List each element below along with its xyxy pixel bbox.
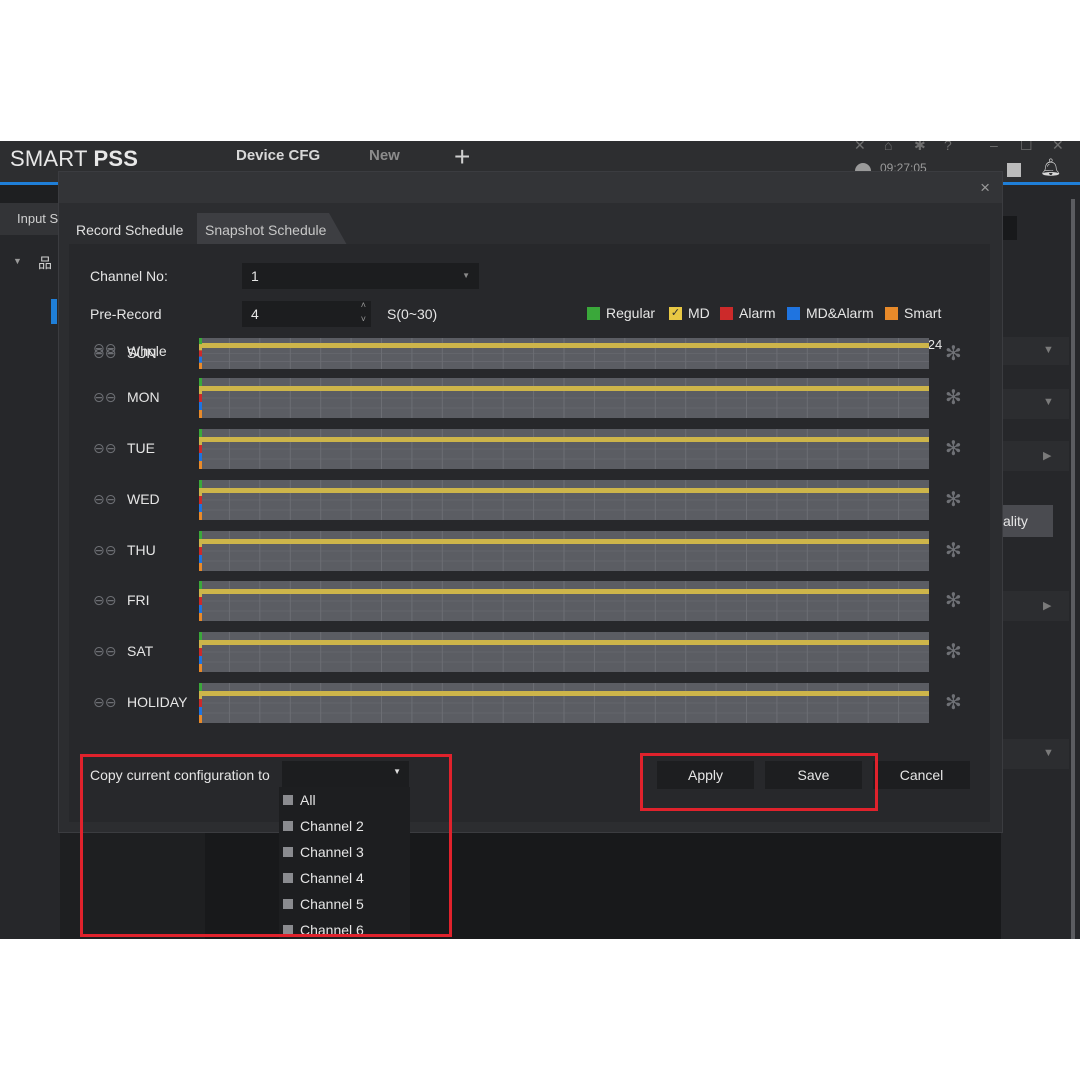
tab-new[interactable]: New (369, 147, 400, 164)
selected-indicator (51, 299, 57, 324)
lock-icon[interactable]: ⌂ (884, 141, 892, 153)
gear-icon[interactable]: ✻ (945, 538, 962, 563)
tab-snapshot-schedule-label: Snapshot Schedule (205, 222, 327, 238)
chevron-down-icon: ▼ (1043, 396, 1054, 408)
link-icon[interactable]: ⊖⊖ (93, 592, 116, 609)
left-tab[interactable]: Input S (0, 203, 60, 235)
link-icon[interactable]: ⊖⊖ (93, 542, 116, 559)
gear-icon[interactable]: ✻ (945, 385, 962, 410)
link-icon[interactable]: ⊖⊖ (93, 643, 116, 660)
bell-icon[interactable]: 🔔︎ (1040, 158, 1062, 178)
schedule-bar-wed[interactable] (199, 480, 929, 520)
gear-icon[interactable]: ✻ (945, 436, 962, 461)
link-icon[interactable]: ⊖⊖ (93, 345, 116, 362)
window-close-icon[interactable]: ✕ (1052, 141, 1064, 154)
tab-record-schedule-label: Record Schedule (76, 222, 184, 238)
gear-icon[interactable]: ✻ (945, 341, 962, 366)
app-logo: SMART PSS (10, 146, 139, 171)
tab-device-cfg[interactable]: Device CFG (236, 147, 320, 164)
tab-snapshot-schedule[interactable]: Snapshot Schedule (197, 213, 347, 245)
schedule-bar-tue[interactable] (199, 429, 929, 469)
chevron-right-icon: ▶ (1043, 450, 1052, 462)
schedule-panel: Channel No: 1 ▼ Pre-Record 4 ˄ ˅ S(0~30) … (69, 244, 990, 822)
app-window: SMART PSS Device CFG New + ✕ ⌂ ✱ ? – ☐ ✕… (0, 141, 1080, 939)
quality-button-label: ality (1003, 513, 1028, 529)
schedule-bar-mon[interactable] (199, 378, 929, 418)
link-icon[interactable]: ⊖⊖ (93, 440, 116, 457)
gear-icon[interactable]: ✻ (945, 588, 962, 613)
chip-icon[interactable] (1007, 163, 1021, 177)
day-label-tue[interactable]: TUE (127, 440, 155, 456)
gear-icon[interactable]: ✻ (945, 639, 962, 664)
help-icon[interactable]: ? (944, 141, 952, 153)
left-tab-label: Input S (17, 211, 59, 226)
schedule-bar-thu[interactable] (199, 531, 929, 571)
day-label-wed[interactable]: WED (127, 491, 160, 507)
close-icon[interactable]: × (980, 178, 990, 198)
record-schedule-dialog: × Record Schedule Snapshot Schedule Chan… (58, 171, 1003, 833)
chevron-down-icon: ▼ (1043, 747, 1054, 759)
chevron-right-icon: ▶ (1043, 600, 1052, 612)
schedule-bar-sun[interactable] (199, 338, 929, 369)
device-tree-icon[interactable]: 品 (38, 253, 52, 273)
settings-icon[interactable]: ✱ (914, 141, 926, 154)
day-label-sun[interactable]: SUN (127, 345, 157, 361)
link-icon[interactable]: ⊖⊖ (93, 491, 116, 508)
cancel-button[interactable]: Cancel (873, 761, 970, 789)
schedule-bar-holiday[interactable] (199, 683, 929, 723)
right-input[interactable] (1001, 216, 1017, 240)
dialog-header: × (59, 172, 1002, 203)
right-row-1[interactable]: ▼ (1001, 337, 1069, 365)
schedule-bar-sat[interactable] (199, 632, 929, 672)
close-icon[interactable]: ✕ (854, 141, 866, 154)
highlight-apply-save (640, 753, 878, 811)
right-row-2[interactable]: ▼ (1001, 389, 1069, 419)
highlight-copy-config (80, 754, 452, 937)
link-icon[interactable]: ⊖⊖ (93, 389, 116, 406)
right-row-3[interactable]: ▶ (1001, 441, 1069, 471)
gear-icon[interactable]: ✻ (945, 690, 962, 715)
day-label-fri[interactable]: FRI (127, 592, 150, 608)
scrollbar[interactable] (1071, 199, 1075, 939)
minimize-icon[interactable]: – (990, 141, 998, 153)
expand-icon[interactable]: ▼ (13, 256, 22, 266)
quality-button[interactable]: ality (1001, 505, 1053, 537)
day-label-holiday[interactable]: HOLIDAY (127, 694, 187, 710)
add-tab-button[interactable]: + (454, 143, 470, 171)
right-row-4[interactable]: ▶ (1001, 591, 1069, 621)
gear-icon[interactable]: ✻ (945, 487, 962, 512)
day-rows: ⊖⊖ SUN ✻ ⊖⊖ MON ✻ ⊖⊖ TUE ✻ ⊖⊖ WED ✻ ⊖⊖ THU ✻ ⊖⊖ FRI ✻ ⊖⊖ SA… (69, 244, 990, 822)
right-panel (1001, 185, 1080, 939)
right-row-5[interactable]: ▼ (1001, 739, 1069, 769)
day-label-sat[interactable]: SAT (127, 643, 153, 659)
day-label-mon[interactable]: MON (127, 389, 160, 405)
tab-record-schedule[interactable]: Record Schedule (68, 213, 199, 245)
schedule-bar-fri[interactable] (199, 581, 929, 621)
day-label-thu[interactable]: THU (127, 542, 156, 558)
link-icon[interactable]: ⊖⊖ (93, 694, 116, 711)
maximize-icon[interactable]: ☐ (1020, 141, 1033, 154)
chevron-down-icon: ▼ (1043, 344, 1054, 356)
